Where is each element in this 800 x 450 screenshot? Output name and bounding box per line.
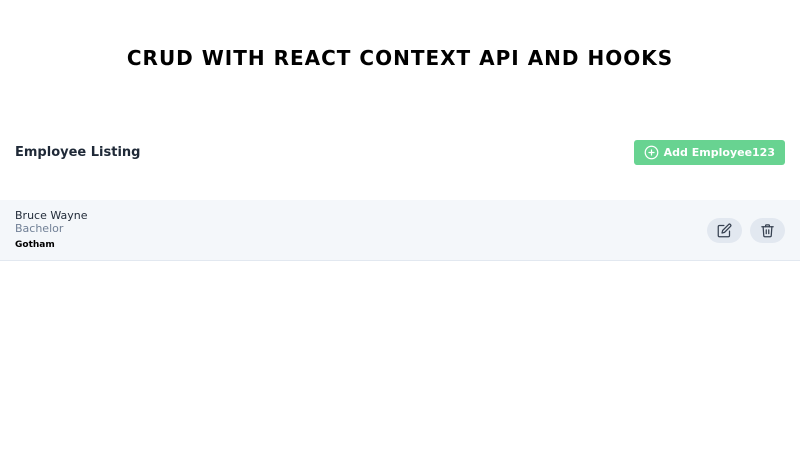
employee-list: Bruce Wayne Bachelor Gotham xyxy=(0,200,800,261)
page-title: CRUD WITH REACT CONTEXT API AND HOOKS xyxy=(126,46,674,70)
employee-row: Bruce Wayne Bachelor Gotham xyxy=(0,200,800,261)
app-page: CRUD WITH REACT CONTEXT API AND HOOKS Em… xyxy=(0,0,800,450)
row-actions xyxy=(707,217,785,243)
employee-designation: Bachelor xyxy=(15,222,64,235)
edit-employee-button[interactable] xyxy=(707,217,742,243)
listing-heading: Employee Listing xyxy=(15,145,141,160)
add-employee-label: Add Employee123 xyxy=(663,146,775,159)
employee-location: Gotham xyxy=(15,240,55,250)
employee-name: Bruce Wayne xyxy=(15,209,88,222)
add-employee-button[interactable]: Add Employee123 xyxy=(633,140,785,165)
employee-info: Bruce Wayne Bachelor Gotham xyxy=(15,209,88,251)
edit-icon xyxy=(717,223,732,238)
listing-header: Employee Listing Add Employee123 xyxy=(15,140,785,165)
trash-icon xyxy=(760,223,775,238)
delete-employee-button[interactable] xyxy=(750,217,785,243)
plus-circle-icon xyxy=(644,145,659,160)
